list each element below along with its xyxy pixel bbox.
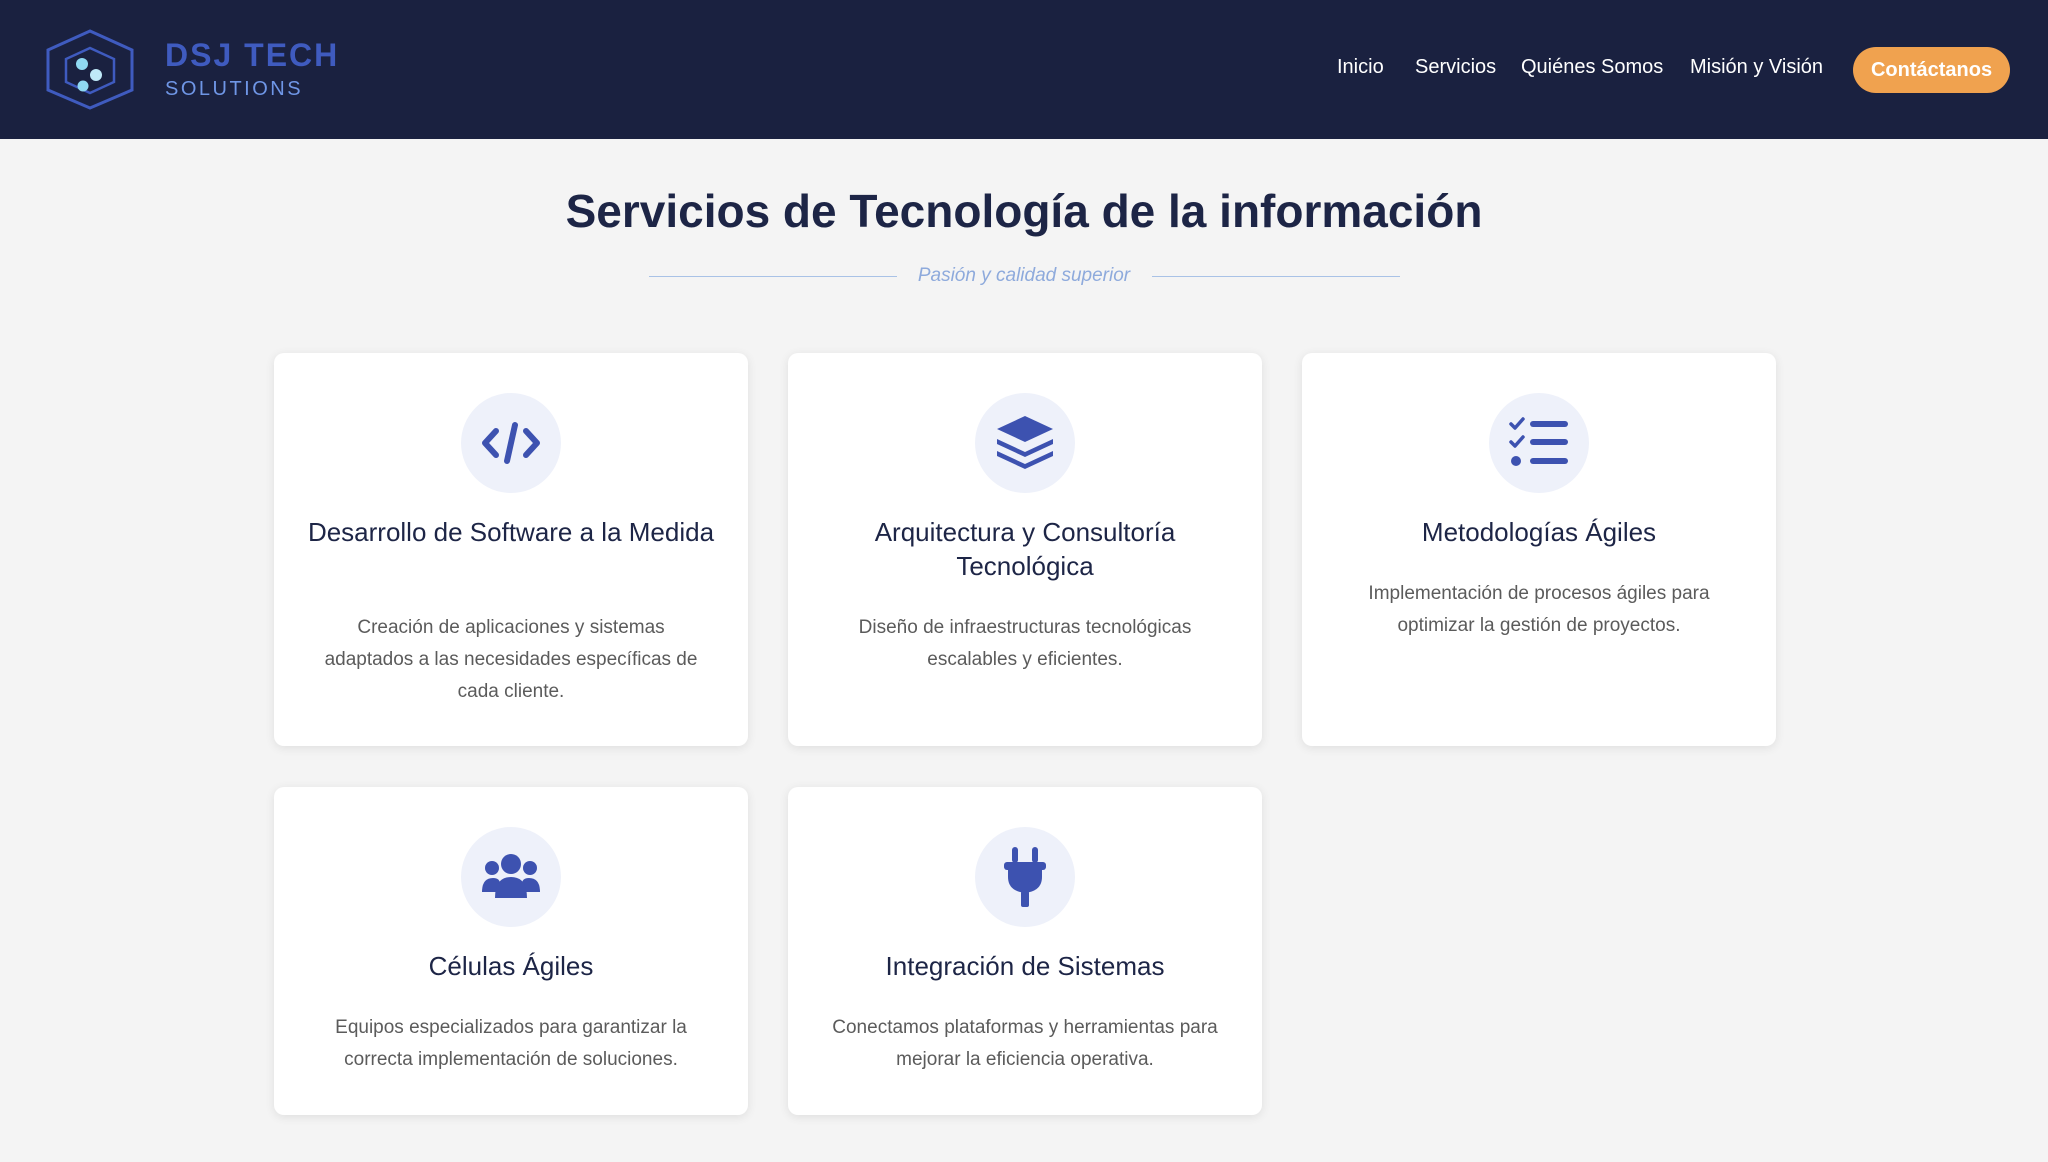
service-icon-circle (1489, 393, 1589, 493)
page-title: Servicios de Tecnología de la informació… (565, 185, 1483, 237)
service-title: Integración de Sistemas (885, 951, 1165, 981)
service-card-agile-cells[interactable]: Células Ágiles Equipos especializados pa… (274, 787, 748, 1115)
brand-tagline: SOLUTIONS (165, 78, 304, 100)
service-description: Equipos especializados para garantizar l… (335, 1017, 687, 1070)
page-subtitle: Pasión y calidad superior (917, 265, 1131, 286)
contact-button[interactable]: Contáctanos (1853, 47, 2010, 93)
service-icon-circle (975, 827, 1075, 927)
nav-mision-vision[interactable]: Misión y Visión (1690, 56, 1823, 79)
brand-name[interactable]: DSJ TECH (165, 37, 339, 74)
service-card-architecture[interactable]: Arquitectura y Consultoría Tecnológica D… (788, 353, 1262, 746)
service-title: Arquitectura y Consultoría Tecnológica (874, 517, 1176, 581)
nav-quienes-somos[interactable]: Quiénes Somos (1521, 56, 1663, 79)
site-header: DSJ TECH SOLUTIONS Inicio Servicios Quié… (0, 0, 2048, 139)
plug-icon (1004, 847, 1046, 907)
service-description: Conectamos plataformas y herramientas pa… (832, 1017, 1218, 1070)
subtitle-divider-right (1152, 276, 1400, 277)
hexagon-molecule-icon[interactable] (44, 28, 136, 110)
layers-icon (997, 416, 1053, 469)
service-icon-circle (461, 827, 561, 927)
nav-servicios[interactable]: Servicios (1415, 56, 1496, 79)
service-description: Implementación de procesos ágiles para o… (1368, 583, 1710, 636)
service-card-systems-integration[interactable]: Integración de Sistemas Conectamos plata… (788, 787, 1262, 1115)
service-description: Diseño de infraestructuras tecnológicas … (858, 617, 1192, 670)
service-title: Células Ágiles (428, 951, 594, 981)
service-title: Desarrollo de Software a la Medida (307, 517, 715, 547)
service-description: Creación de aplicaciones y sistemas adap… (324, 617, 698, 702)
service-icon-circle (975, 393, 1075, 493)
checklist-icon (1509, 417, 1568, 466)
service-card-agile-methodologies[interactable]: Metodologías Ágiles Implementación de pr… (1302, 353, 1776, 746)
service-icon-circle (461, 393, 561, 493)
service-title: Metodologías Ágiles (1421, 517, 1657, 547)
service-card-software[interactable]: Desarrollo de Software a la Medida Creac… (274, 353, 748, 746)
code-icon (482, 422, 540, 464)
users-icon (482, 854, 540, 898)
nav-inicio[interactable]: Inicio (1337, 56, 1384, 79)
